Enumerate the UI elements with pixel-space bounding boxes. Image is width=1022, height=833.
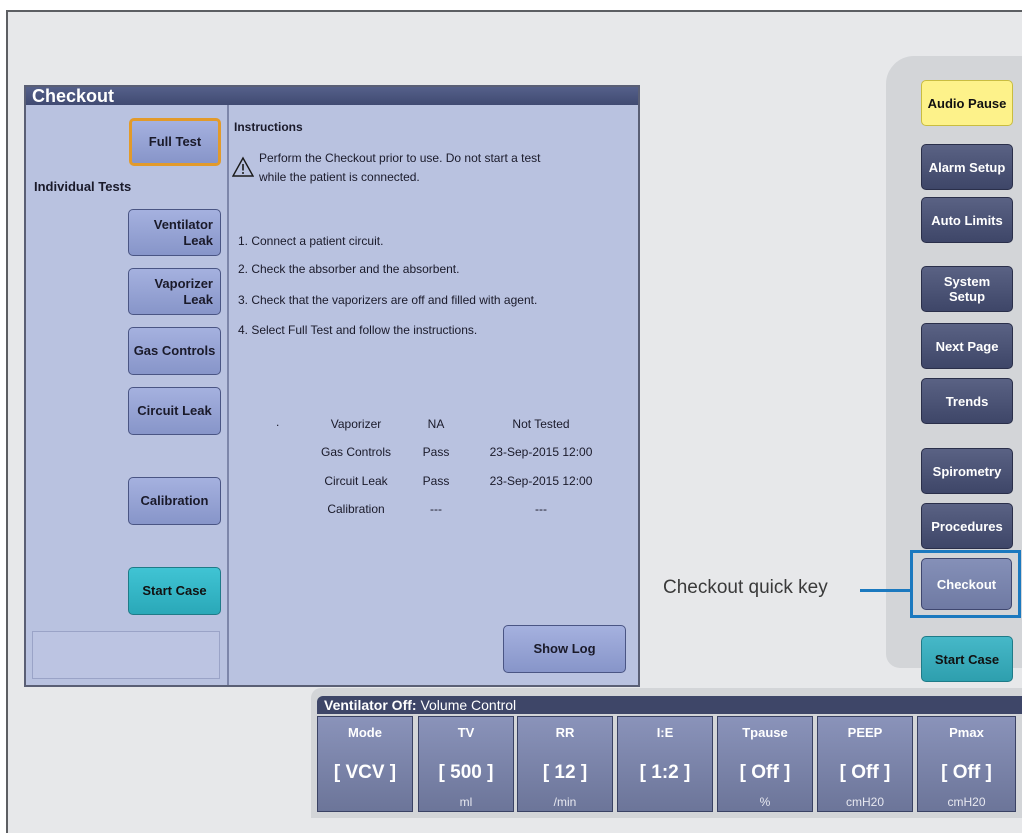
- result-name: Vaporizer: [330, 417, 382, 431]
- instruction-step: 4. Select Full Test and follow the instr…: [238, 323, 478, 337]
- param-name: Mode: [348, 725, 382, 740]
- alarm-setup-button[interactable]: Alarm Setup: [921, 144, 1013, 190]
- param-value: [ 500 ]: [438, 762, 494, 783]
- ventilator-leak-button[interactable]: Ventilator Leak: [128, 209, 221, 256]
- full-test-button[interactable]: Full Test: [129, 118, 221, 166]
- checkout-window: Checkout Full Test Individual Tests Vent…: [24, 85, 640, 687]
- left-status-box: [32, 631, 220, 679]
- callout-label: Checkout quick key: [663, 577, 828, 598]
- callout-line: [860, 589, 910, 592]
- param-value: [ 1:2 ]: [639, 762, 691, 783]
- param-unit: /min: [553, 795, 577, 809]
- ventilator-mode-label: Volume Control: [416, 697, 517, 713]
- param-value: [ 12 ]: [542, 762, 588, 783]
- result-time: Not Tested: [512, 417, 570, 431]
- result-time: 23-Sep-2015 12:00: [489, 474, 593, 488]
- warning-text-line2: while the patient is connected.: [259, 170, 420, 184]
- result-status: Pass: [422, 474, 450, 488]
- show-log-button[interactable]: Show Log: [503, 625, 626, 673]
- individual-tests-label: Individual Tests: [34, 179, 132, 194]
- param-rr[interactable]: RR [ 12 ] /min: [517, 716, 613, 812]
- param-tpause[interactable]: Tpause [ Off ] %: [717, 716, 813, 812]
- trends-button[interactable]: Trends: [921, 378, 1013, 424]
- param-peep[interactable]: PEEP [ Off ] cmH20: [817, 716, 913, 812]
- result-name: Gas Controls: [320, 445, 392, 459]
- param-name: PEEP: [847, 725, 883, 740]
- param-name: TV: [457, 725, 475, 740]
- instruction-step: 2. Check the absorber and the absorbent.: [238, 262, 460, 276]
- ventilator-status-bar: Ventilator Off: Volume Control: [317, 696, 1022, 714]
- pane-divider: [227, 105, 229, 685]
- param-name: RR: [555, 725, 575, 740]
- warning-triangle-icon: [232, 156, 254, 177]
- gas-controls-button[interactable]: Gas Controls: [128, 327, 221, 375]
- instruction-step: 1. Connect a patient circuit.: [238, 234, 384, 248]
- warning-text-line1: Perform the Checkout prior to use. Do no…: [259, 151, 541, 165]
- ventilator-status-label: Ventilator Off:: [324, 697, 417, 713]
- procedures-button[interactable]: Procedures: [921, 503, 1013, 549]
- param-value: [ Off ]: [839, 762, 891, 783]
- param-name: I:E: [656, 725, 674, 740]
- result-time: 23-Sep-2015 12:00: [489, 445, 593, 459]
- param-unit: cmH20: [947, 795, 986, 809]
- spirometry-button[interactable]: Spirometry: [921, 448, 1013, 494]
- param-unit: cmH20: [845, 795, 884, 809]
- result-time: ---: [535, 502, 547, 516]
- param-ie[interactable]: I:E [ 1:2 ]: [617, 716, 713, 812]
- param-value: [ Off ]: [941, 762, 992, 783]
- param-unit: ml: [459, 795, 473, 809]
- instruction-step: 3. Check that the vaporizers are off and…: [238, 293, 538, 307]
- next-page-button[interactable]: Next Page: [921, 323, 1013, 369]
- audio-pause-button[interactable]: Audio Pause: [921, 80, 1013, 126]
- param-name: Tpause: [742, 725, 788, 740]
- calibration-button[interactable]: Calibration: [128, 477, 221, 525]
- result-status: NA: [427, 417, 445, 431]
- result-name: Circuit Leak: [324, 474, 388, 488]
- param-value: [ Off ]: [739, 762, 791, 783]
- param-mode[interactable]: Mode [ VCV ]: [317, 716, 413, 812]
- vaporizer-leak-button[interactable]: Vaporizer Leak: [128, 268, 221, 315]
- system-setup-button[interactable]: System Setup: [921, 266, 1013, 312]
- window-title: Checkout: [26, 87, 638, 105]
- param-unit: %: [759, 795, 771, 809]
- param-name: Pmax: [949, 725, 984, 740]
- result-status: Pass: [422, 445, 450, 459]
- auto-limits-button[interactable]: Auto Limits: [921, 197, 1013, 243]
- results-marker: .: [276, 415, 280, 429]
- start-case-button[interactable]: Start Case: [128, 567, 221, 615]
- checkout-highlight-box: [910, 550, 1021, 618]
- circuit-leak-button[interactable]: Circuit Leak: [128, 387, 221, 435]
- start-case-quick-key[interactable]: Start Case: [921, 636, 1013, 682]
- instructions-title: Instructions: [234, 120, 303, 134]
- result-name: Calibration: [327, 502, 385, 516]
- param-tv[interactable]: TV [ 500 ] ml: [418, 716, 514, 812]
- param-value: [ VCV ]: [333, 762, 397, 783]
- result-status: ---: [430, 502, 442, 516]
- param-pmax[interactable]: Pmax [ Off ] cmH20: [917, 716, 1016, 812]
